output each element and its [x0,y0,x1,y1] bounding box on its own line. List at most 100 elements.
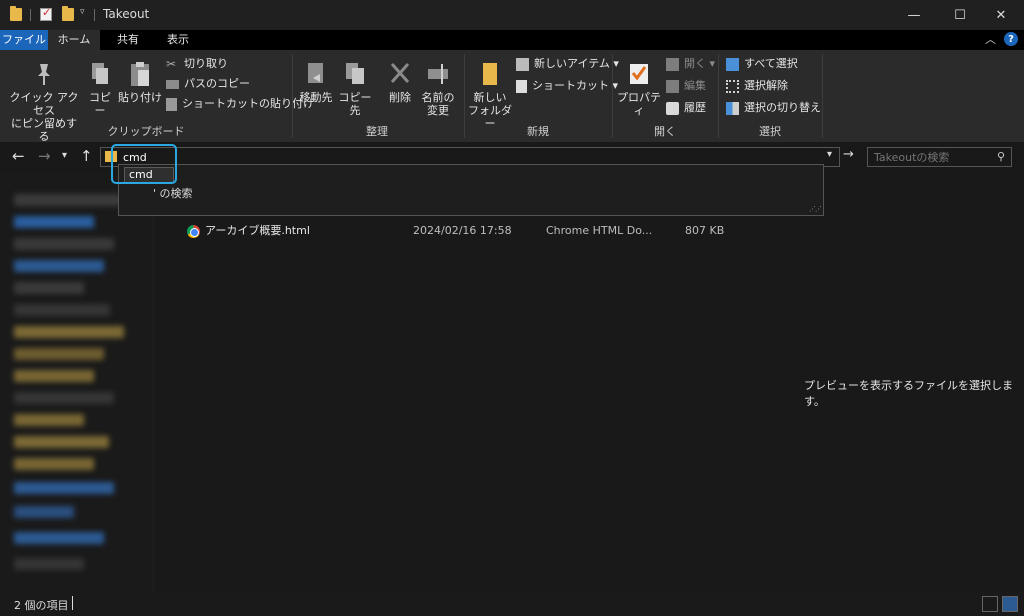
collapse-ribbon-icon[interactable]: ︿ [985,31,996,47]
edit-button[interactable]: 編集 [666,76,706,96]
search-icon: ⚲ [996,150,1005,163]
paste-button[interactable]: 貼り付け [118,60,162,104]
nav-item[interactable] [14,282,84,294]
select-all-icon [726,57,739,71]
recent-locations-chevron-icon[interactable]: ▾ [62,150,67,161]
copy-button[interactable]: コピー [84,60,116,117]
copy-path-label: パスのコピー [184,77,250,90]
nav-item[interactable] [14,348,104,360]
edit-label: 編集 [684,79,706,92]
invert-selection-icon [726,101,739,115]
copy-to-label: コピー先 [338,91,372,117]
search-box[interactable]: ⚲ [867,147,1012,167]
invert-selection-label: 選択の切り替え [744,101,821,114]
properties-button[interactable]: プロパティ [616,60,662,117]
file-row[interactable]: アーカイブ概要.html 2024/02/16 17:58 Chrome HTM… [183,222,763,240]
nav-item[interactable] [14,392,114,404]
ribbon-tabs: ファイル ホーム 共有 表示 ︿ ? [0,30,1024,50]
rename-label-1: 名前の [421,91,455,104]
new-folder-icon[interactable] [62,6,74,21]
nav-item[interactable] [14,326,124,338]
nav-item[interactable] [14,506,74,518]
copy-to-button[interactable]: コピー先 [336,60,374,117]
nav-item[interactable] [14,238,114,250]
forward-arrow-icon[interactable]: → [38,147,51,165]
item-count: 2 個の項目 [14,599,69,612]
pin-quick-access-button[interactable]: クイック アクセス にピン留めする [6,60,82,143]
title-bar: ▿ Takeout — ☐ ✕ [0,0,1024,30]
folder-icon[interactable] [10,6,22,21]
new-folder-label-2: フォルダー [468,104,512,130]
cut-button[interactable]: ✂ 切り取り [166,54,228,74]
minimize-button[interactable]: — [891,0,937,30]
nav-item[interactable] [14,458,94,470]
new-item-button[interactable]: 新しいアイテム ▾ [516,54,619,74]
new-item-label: 新しいアイテム ▾ [534,57,619,70]
paste-shortcut-label: ショートカットの貼り付け [182,97,314,110]
copy-icon [88,60,112,88]
group-divider [464,54,465,138]
nav-item[interactable] [14,414,84,426]
nav-item[interactable] [14,532,104,544]
group-label-select: 選択 [759,125,781,138]
navigation-pane [0,172,152,592]
invert-selection-button[interactable]: 選択の切り替え [726,98,821,118]
nav-item[interactable] [14,194,134,206]
nav-item[interactable] [14,304,110,316]
address-input[interactable] [123,149,723,165]
separator [94,9,95,21]
close-button[interactable]: ✕ [978,0,1024,30]
search-input[interactable] [874,149,984,165]
tab-view[interactable]: 表示 [156,30,200,50]
group-divider [718,54,719,138]
nav-item[interactable] [14,216,94,228]
properties-label: プロパティ [617,91,661,117]
copy-label: コピー [89,91,111,117]
select-none-label: 選択解除 [744,79,788,92]
select-all-button[interactable]: すべて選択 [726,54,798,74]
file-modified: 2024/02/16 17:58 [413,224,512,237]
tab-share[interactable]: 共有 [106,30,150,50]
tab-home[interactable]: ホーム [48,30,100,50]
chrome-icon [187,225,200,238]
move-to-button[interactable]: 移動先 [296,60,336,104]
history-button[interactable]: 履歴 [666,98,706,118]
nav-item[interactable] [14,436,109,448]
new-item-icon [516,57,529,71]
select-none-button[interactable]: 選択解除 [726,76,788,96]
nav-item[interactable] [14,558,84,570]
rename-button[interactable]: 名前の 変更 [418,60,458,117]
nav-item[interactable] [14,260,104,272]
up-arrow-icon[interactable]: ↑ [80,147,93,165]
copy-path-button[interactable]: パスのコピー [166,74,250,94]
address-history-chevron-icon[interactable]: ▾ [827,149,832,160]
nav-item[interactable] [14,370,94,382]
properties-check-icon[interactable] [40,6,52,21]
large-icons-view-icon[interactable] [1002,596,1018,612]
resize-grip-icon[interactable]: ⋰⋰ [809,205,822,213]
file-size: 807 KB [685,224,725,237]
maximize-button[interactable]: ☐ [937,0,983,30]
help-icon[interactable]: ? [1004,32,1018,46]
file-list: アーカイブ概要.html 2024/02/16 17:58 Chrome HTM… [155,172,755,592]
new-folder-button[interactable]: 新しい フォルダー [468,60,512,130]
quick-access-dropdown-icon[interactable]: ▿ [80,7,85,17]
focus-highlight [111,144,177,184]
go-arrow-icon[interactable]: → [843,147,854,162]
open-icon [666,57,679,71]
tabs-right-controls: ︿ ? [985,31,1018,47]
nav-item[interactable] [14,482,114,494]
details-view-icon[interactable] [982,596,998,612]
tab-file[interactable]: ファイル [0,30,48,50]
search-suggestion[interactable]: ' の検索 [153,185,193,201]
file-name: アーカイブ概要.html [205,224,310,237]
shortcut-button[interactable]: ショートカット ▾ [516,76,618,96]
new-folder-icon [478,60,502,88]
open-button[interactable]: 開く ▾ [666,54,715,74]
back-arrow-icon[interactable]: ← [12,147,25,165]
delete-button[interactable]: 削除 [382,60,418,104]
group-divider [612,54,613,138]
group-label-open: 開く [654,125,676,138]
pin-label-1: クイック アクセス [9,91,79,117]
group-label-clipboard: クリップボード [107,125,185,138]
